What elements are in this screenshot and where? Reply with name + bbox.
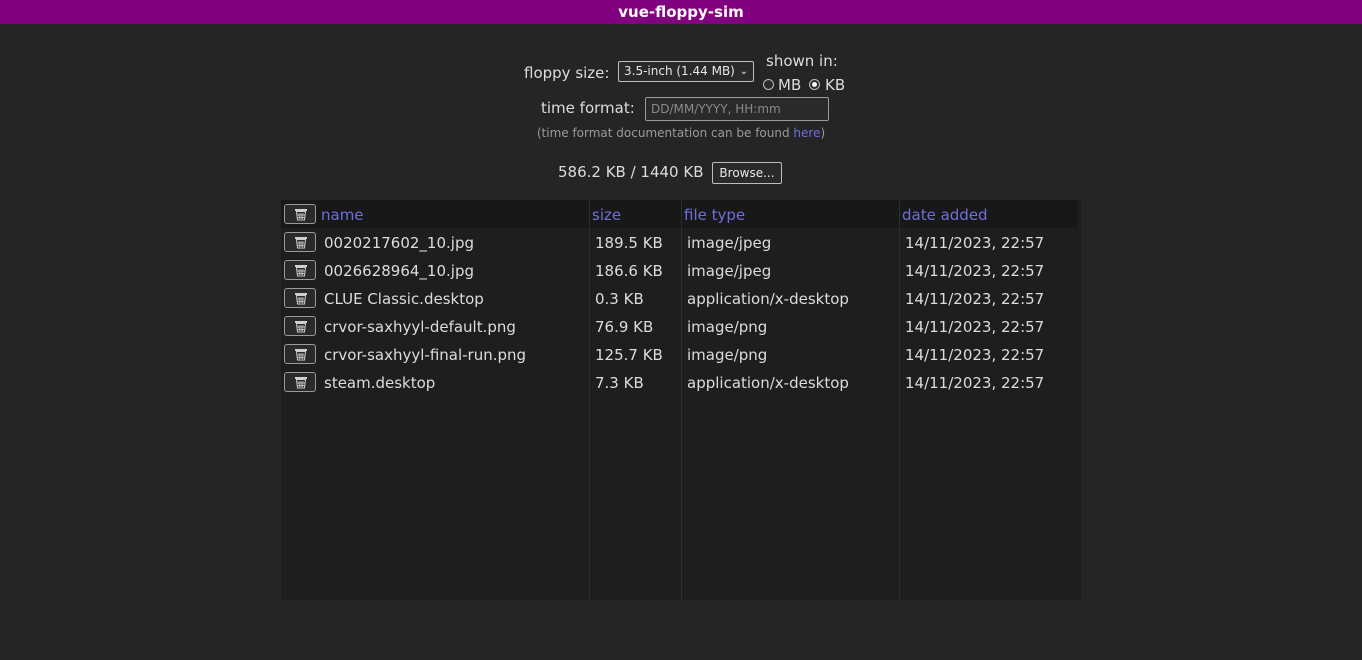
time-format-input[interactable]: DD/MM/YYYY, HH:mm [645,97,829,121]
file-date-added: 14/11/2023, 22:57 [905,290,1045,308]
table-row: 0026628964_10.jpg 186.6 KB image/jpeg 14/11… [281,256,1078,284]
file-type: image/png [687,318,768,336]
delete-file-button[interactable] [284,344,316,364]
trash-icon [295,293,307,305]
table-row: CLUE Classic.desktop 0.3 KB application/x-… [281,284,1078,312]
unit-label-kb: KB [825,76,846,94]
file-size: 0.3 KB [595,290,644,308]
column-header-name[interactable]: name [321,206,364,224]
file-date-added: 14/11/2023, 22:57 [905,374,1045,392]
delete-all-button[interactable] [284,204,316,224]
trash-icon [295,377,307,389]
docs-link[interactable]: here [793,126,820,140]
table-row: steam.desktop 7.3 KB application/x-desktop… [281,368,1078,396]
chevron-down-icon: ⌄ [739,66,748,77]
app-title: vue-floppy-sim [618,3,744,21]
file-table: name size file type date added 002021760… [281,200,1081,600]
file-date-added: 14/11/2023, 22:57 [905,318,1045,336]
file-size: 125.7 KB [595,346,663,364]
trash-icon [295,209,307,221]
app-title-bar: vue-floppy-sim [0,0,1362,24]
table-header: name size file type date added [281,200,1078,228]
time-format-hint: (time format documentation can be found … [0,126,1362,140]
file-type: application/x-desktop [687,374,849,392]
shown-in-label: shown in: [766,52,838,70]
file-size: 76.9 KB [595,318,654,336]
table-row: crvor-saxhyyl-default.png 76.9 KB image/pn… [281,312,1078,340]
column-header-file-type[interactable]: file type [684,206,745,224]
floppy-size-row: floppy size: 3.5-inch (1.44 MB) ⌄ shown … [0,50,1362,94]
column-header-size[interactable]: size [592,206,621,224]
file-date-added: 14/11/2023, 22:57 [905,262,1045,280]
hint-prefix: (time format documentation can be found [536,126,794,140]
delete-file-button[interactable] [284,232,316,252]
browse-button[interactable]: Browse... [712,162,782,184]
file-type: image/jpeg [687,234,772,252]
delete-file-button[interactable] [284,260,316,280]
trash-icon [295,349,307,361]
time-format-label: time format: [541,99,635,117]
file-name: steam.desktop [324,374,436,392]
table-row: crvor-saxhyyl-final-run.png 125.7 KB image… [281,340,1078,368]
unit-label-mb: MB [778,76,802,94]
table-row: 0020217602_10.jpg 189.5 KB image/jpeg 14/11… [281,228,1078,256]
hint-suffix: ) [820,126,826,140]
floppy-size-label: floppy size: [524,64,610,82]
file-name: crvor-saxhyyl-final-run.png [324,346,527,364]
file-type: image/jpeg [687,262,772,280]
floppy-size-value: 3.5-inch (1.44 MB) [624,64,735,78]
file-size: 7.3 KB [595,374,644,392]
file-name: CLUE Classic.desktop [324,290,484,308]
file-date-added: 14/11/2023, 22:57 [905,346,1045,364]
file-name: 0026628964_10.jpg [324,262,474,280]
file-type: application/x-desktop [687,290,849,308]
floppy-size-select[interactable]: 3.5-inch (1.44 MB) ⌄ [618,61,754,82]
delete-file-button[interactable] [284,316,316,336]
file-size: 186.6 KB [595,262,663,280]
file-name: crvor-saxhyyl-default.png [324,318,516,336]
time-format-placeholder: DD/MM/YYYY, HH:mm [651,102,781,116]
disk-usage: 586.2 KB / 1440 KB [558,163,704,181]
unit-radio-kb[interactable] [809,79,820,90]
column-header-date-added[interactable]: date added [902,206,988,224]
file-date-added: 14/11/2023, 22:57 [905,234,1045,252]
file-type: image/png [687,346,768,364]
delete-file-button[interactable] [284,372,316,392]
trash-icon [295,321,307,333]
trash-icon [295,237,307,249]
file-name: 0020217602_10.jpg [324,234,474,252]
unit-radio-mb[interactable] [763,79,774,90]
file-size: 189.5 KB [595,234,663,252]
trash-icon [295,265,307,277]
delete-file-button[interactable] [284,288,316,308]
